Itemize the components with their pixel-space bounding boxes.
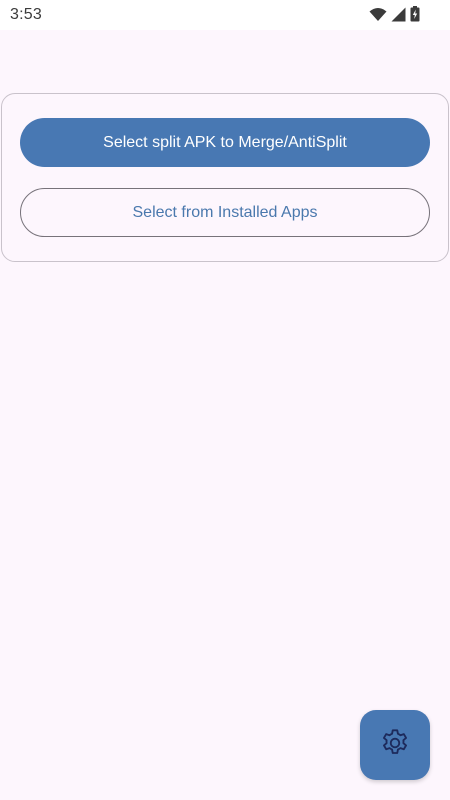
settings-fab[interactable] xyxy=(360,710,430,780)
status-bar: 3:53 xyxy=(0,0,450,30)
select-split-apk-button[interactable]: Select split APK to Merge/AntiSplit xyxy=(20,118,430,167)
wifi-icon xyxy=(369,7,387,22)
status-icons xyxy=(369,6,420,22)
battery-charging-icon xyxy=(410,6,420,22)
signal-icon xyxy=(391,7,406,22)
select-split-apk-label: Select split APK to Merge/AntiSplit xyxy=(103,133,347,151)
status-time: 3:53 xyxy=(10,6,42,23)
select-installed-apps-label: Select from Installed Apps xyxy=(132,203,318,221)
select-installed-apps-button[interactable]: Select from Installed Apps xyxy=(20,188,430,237)
settings-gear-icon xyxy=(379,727,411,764)
